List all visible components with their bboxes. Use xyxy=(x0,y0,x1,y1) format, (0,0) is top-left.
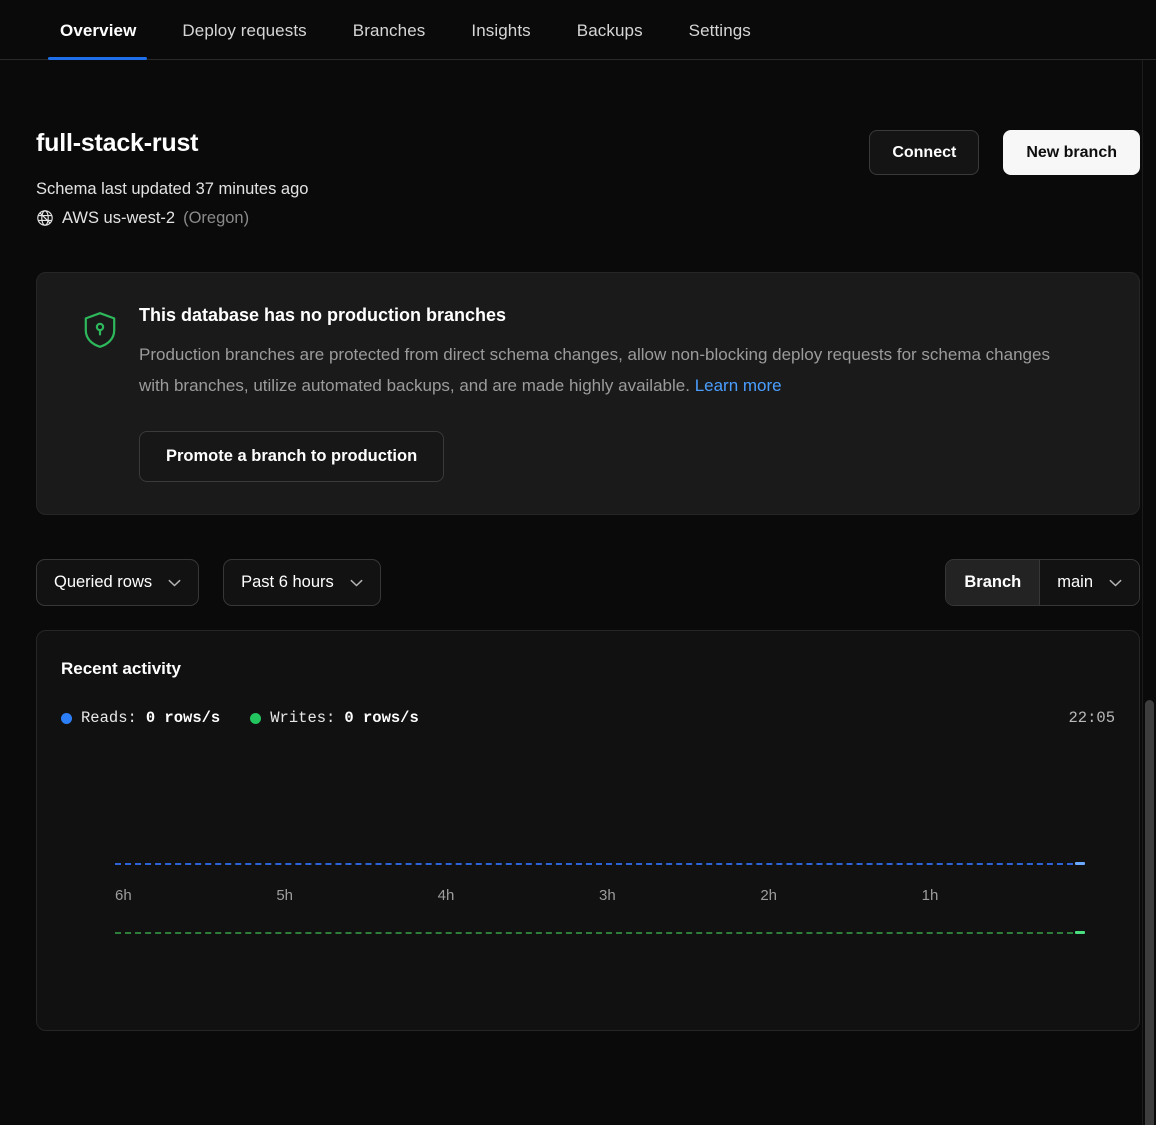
globe-icon xyxy=(36,209,54,227)
recent-activity-chart-card: Recent activity Reads: 0 rows/s Writes: … xyxy=(36,630,1140,1032)
chevron-down-icon xyxy=(168,579,181,587)
header-actions: Connect New branch xyxy=(869,130,1140,176)
alert-title: This database has no production branches xyxy=(139,305,507,326)
tab-insights[interactable]: Insights xyxy=(448,21,553,59)
legend-reads-label: Reads: xyxy=(81,709,137,728)
alert-description: Production branches are protected from d… xyxy=(139,340,1079,401)
alert-body: This database has no production branches… xyxy=(139,303,1113,483)
schema-updated-status: Schema last updated 37 minutes ago xyxy=(36,179,309,198)
x-tick-6h: 6h xyxy=(115,887,132,905)
x-tick-1h: 1h xyxy=(921,887,939,905)
legend-writes-label: Writes: xyxy=(270,709,336,728)
branch-selector-label: Branch xyxy=(946,560,1040,606)
x-tick-3h: 3h xyxy=(598,887,616,905)
filters-left: Queried rows Past 6 hours xyxy=(36,559,381,607)
no-production-branch-alert: This database has no production branches… xyxy=(36,272,1140,516)
chart-timestamp: 22:05 xyxy=(1068,709,1115,728)
nav-tab-list: Overview Deploy requests Branches Insigh… xyxy=(36,21,774,60)
legend-reads-value: 0 rows/s xyxy=(145,709,221,728)
chart-plot-area: 6h 5h 4h 3h 2h 1h xyxy=(115,851,1085,939)
new-branch-button[interactable]: New branch xyxy=(1003,130,1140,176)
legend-item-reads[interactable]: Reads: 0 rows/s xyxy=(61,709,220,727)
x-tick-4h: 4h xyxy=(437,887,455,905)
legend-writes-value: 0 rows/s xyxy=(344,709,419,728)
reads-series-endpoint xyxy=(1075,862,1085,866)
shield-lock-icon xyxy=(63,303,117,482)
region-line: AWS us-west-2 (Oregon) xyxy=(36,207,308,229)
reads-series-line xyxy=(115,863,1083,866)
reads-series-dot xyxy=(61,712,72,724)
vertical-scrollbar-thumb[interactable] xyxy=(1145,700,1154,1125)
timerange-select-value: Past 6 hours xyxy=(241,573,334,592)
branch-selector: Branch main xyxy=(945,559,1140,607)
tab-branches[interactable]: Branches xyxy=(330,21,449,59)
promote-branch-button[interactable]: Promote a branch to production xyxy=(139,431,445,483)
tab-overview[interactable]: Overview xyxy=(36,21,159,60)
database-header: full-stack-rust Schema last updated 37 m… xyxy=(0,60,1156,229)
chart-legend: Reads: 0 rows/s Writes: 0 rows/s xyxy=(61,709,419,727)
tab-settings[interactable]: Settings xyxy=(666,21,774,59)
region-name: AWS us-west-2 xyxy=(62,208,176,227)
branch-name: main xyxy=(1057,573,1093,592)
page-root: Overview Deploy requests Branches Insigh… xyxy=(0,0,1156,1125)
x-tick-5h: 5h xyxy=(276,887,294,905)
page-title: full-stack-rust xyxy=(36,129,199,157)
branch-selector-value[interactable]: main xyxy=(1039,560,1139,606)
database-info: full-stack-rust Schema last updated 37 m… xyxy=(36,129,309,229)
chart-title: Recent activity xyxy=(61,659,181,679)
chart-legend-row: Reads: 0 rows/s Writes: 0 rows/s 22:05 xyxy=(61,709,1115,727)
chevron-down-icon xyxy=(350,579,363,587)
region-detail: (Oregon) xyxy=(183,208,250,227)
writes-series-line xyxy=(115,932,1083,935)
main-navigation: Overview Deploy requests Branches Insigh… xyxy=(0,0,1156,60)
learn-more-link[interactable]: Learn more xyxy=(695,376,782,395)
timerange-select[interactable]: Past 6 hours xyxy=(223,559,381,607)
x-tick-2h: 2h xyxy=(760,887,777,905)
chevron-down-icon xyxy=(1109,579,1122,587)
legend-item-writes[interactable]: Writes: 0 rows/s xyxy=(250,709,419,727)
chart-x-axis: 6h 5h 4h 3h 2h 1h xyxy=(115,887,1083,904)
connect-button[interactable]: Connect xyxy=(869,130,980,176)
tab-deploy-requests[interactable]: Deploy requests xyxy=(159,21,329,59)
writes-series-dot xyxy=(250,712,262,724)
metric-select[interactable]: Queried rows xyxy=(36,559,200,607)
metric-select-value: Queried rows xyxy=(54,573,153,592)
chart-filter-row: Queried rows Past 6 hours Branch main xyxy=(36,559,1140,607)
alert-description-text: Production branches are protected from d… xyxy=(139,345,1050,395)
tab-backups[interactable]: Backups xyxy=(554,21,666,59)
vertical-scrollbar-track[interactable] xyxy=(1142,60,1156,1125)
writes-series-endpoint xyxy=(1075,931,1085,935)
